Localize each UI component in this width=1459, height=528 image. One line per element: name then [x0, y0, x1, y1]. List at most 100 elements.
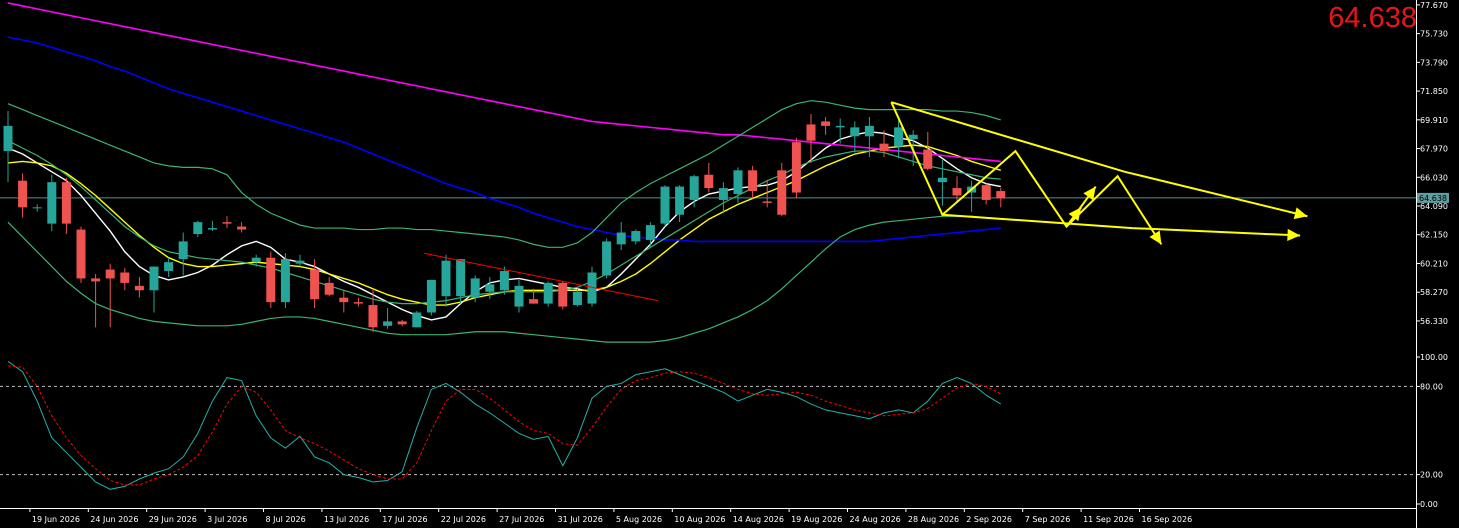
candle-body: [733, 170, 743, 195]
candle-body: [397, 321, 407, 325]
candle-body: [645, 225, 655, 240]
candle-body: [280, 259, 290, 303]
candle-body: [529, 299, 539, 304]
candle-body: [353, 302, 363, 304]
price-tick-label: 58.270: [1420, 288, 1448, 297]
candle-body: [616, 232, 626, 245]
candle-body: [981, 185, 991, 200]
candle-body: [689, 176, 699, 200]
time-tick-label: 27 Jul 2026: [499, 515, 544, 524]
candle-body: [266, 257, 276, 303]
candle-body: [456, 259, 466, 297]
candle-body: [441, 260, 451, 297]
candle-body: [572, 291, 582, 306]
time-tick-label: 2 Sep 2026: [966, 515, 1012, 524]
time-tick-label: 29 Jun 2026: [149, 515, 197, 524]
candle-body: [368, 305, 378, 328]
candle-body: [222, 222, 232, 224]
time-tick-label: 17 Jul 2026: [382, 515, 427, 524]
candle-body: [105, 269, 115, 279]
candle-body: [324, 282, 334, 295]
price-tick-label: 56.330: [1420, 317, 1448, 326]
time-tick-label: 24 Jun 2026: [90, 515, 138, 524]
candle-body: [660, 186, 670, 224]
candle-body: [718, 188, 728, 200]
candle-body: [251, 257, 261, 263]
price-tick-label: 77.670: [1420, 1, 1448, 10]
price-tick-label: 69.910: [1420, 116, 1448, 125]
candle-body: [426, 279, 436, 313]
candle-body: [602, 241, 612, 276]
price-tick-label: 73.790: [1420, 58, 1448, 67]
candle-body: [18, 180, 28, 208]
candle-body: [675, 186, 685, 215]
time-tick-label: 5 Aug 2026: [616, 515, 662, 524]
candle-body: [894, 127, 904, 147]
candle-body: [91, 278, 101, 282]
candle-body: [748, 170, 758, 192]
time-tick-label: 7 Sep 2026: [1025, 515, 1071, 524]
candle-body: [310, 269, 320, 300]
candle-body: [120, 272, 130, 283]
candle-body: [207, 228, 217, 230]
candle-body: [412, 312, 422, 328]
candle-body: [485, 284, 495, 292]
candle-body: [164, 262, 174, 272]
candle-body: [178, 241, 188, 260]
candle-body: [149, 266, 159, 291]
candle-body: [193, 222, 203, 234]
candle-body: [879, 143, 889, 152]
time-tick-label: 14 Aug 2026: [733, 515, 784, 524]
stoch-tick-label: 100.00: [1420, 353, 1448, 362]
candle-body: [704, 174, 714, 189]
current-price-display: 64.638: [1328, 2, 1417, 34]
candle-body: [821, 121, 831, 126]
time-tick-label: 19 Jun 2026: [32, 515, 80, 524]
stoch-tick-label: 0.00: [1420, 500, 1438, 509]
candle-body: [850, 127, 860, 137]
candle-body: [923, 149, 933, 169]
time-tick-label: 31 Jul 2026: [558, 515, 603, 524]
time-tick-label: 19 Aug 2026: [791, 515, 842, 524]
time-tick-label: 10 Aug 2026: [674, 515, 725, 524]
stoch-tick-label: 20.00: [1420, 471, 1443, 480]
time-tick-label: 22 Jul 2026: [441, 515, 486, 524]
price-tick-label: 64.090: [1420, 202, 1448, 211]
candle-body: [3, 125, 13, 152]
candle-body: [937, 177, 947, 183]
price-tick-label: 62.150: [1420, 231, 1448, 240]
time-tick-label: 28 Aug 2026: [908, 515, 959, 524]
candle-body: [864, 125, 874, 137]
candle-body: [514, 285, 524, 307]
candle-body: [499, 271, 509, 291]
candle-body: [762, 201, 772, 203]
candle-body: [383, 321, 393, 326]
candle-body: [470, 278, 480, 298]
chart-background: [0, 0, 1459, 528]
price-tick-label: 66.030: [1420, 173, 1448, 182]
candle-body: [237, 226, 247, 230]
candle-body: [295, 260, 305, 264]
candle-body: [631, 231, 641, 242]
price-tick-label: 67.970: [1420, 145, 1448, 154]
candle-body: [952, 188, 962, 196]
candle-body: [339, 297, 349, 303]
time-tick-label: 11 Sep 2026: [1083, 515, 1134, 524]
candle-body: [543, 282, 553, 304]
time-tick-label: 3 Jul 2026: [207, 515, 247, 524]
time-tick-label: 8 Jul 2026: [266, 515, 306, 524]
candle-body: [558, 282, 568, 307]
candle-body: [791, 142, 801, 193]
price-tick-label: 75.730: [1420, 30, 1448, 39]
price-tick-label: 71.850: [1420, 87, 1448, 96]
candle-body: [32, 207, 42, 209]
candle-body: [777, 170, 787, 215]
candle-body: [61, 182, 71, 224]
chart-canvas: 77.670 75.730 73.790 71.850 69.910 67.970 66.0…: [0, 0, 1459, 528]
candle-body: [835, 125, 845, 128]
candle-body: [908, 134, 918, 140]
candle-body: [76, 229, 86, 279]
current-price-label: 64.638: [1419, 194, 1447, 203]
candle-body: [806, 124, 816, 141]
candle-body: [134, 285, 144, 291]
